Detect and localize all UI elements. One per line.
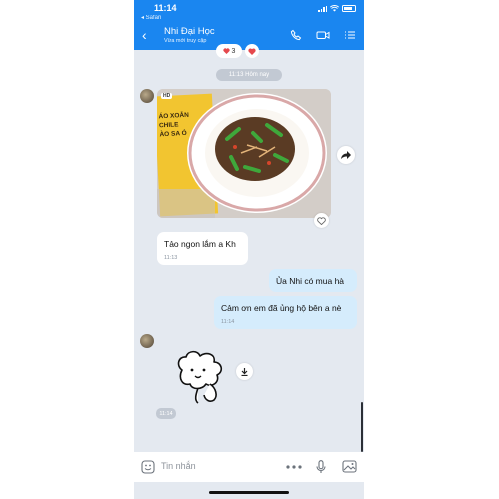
message-input[interactable]: Tin nhắn xyxy=(161,461,196,471)
share-arrow-icon xyxy=(341,151,351,159)
image-message[interactable]: ÁO XOẮN CHILE ÀO SA Ó HD xyxy=(157,89,331,218)
reaction-count: 3 xyxy=(231,47,236,55)
signal-icon xyxy=(318,5,327,12)
reaction-bar: 3 xyxy=(216,44,264,59)
reaction-summary[interactable]: 3 xyxy=(216,44,242,58)
food-photo xyxy=(157,89,331,218)
heart-icon xyxy=(248,47,256,55)
more-icon[interactable] xyxy=(286,465,302,469)
message-bubble-outgoing[interactable]: Ủa Nhi có mua hà xyxy=(269,269,357,292)
message-text: Tảo ngon lắm a Kh xyxy=(164,239,236,249)
message-time: 11:13 xyxy=(164,255,178,261)
home-indicator[interactable] xyxy=(209,491,289,494)
forward-button[interactable] xyxy=(337,146,355,164)
message-input-bar: Tin nhắn xyxy=(134,452,364,482)
react-image-button[interactable] xyxy=(314,213,329,228)
react-button[interactable] xyxy=(245,44,259,58)
message-time: 11:14 xyxy=(221,319,235,325)
message-text: Cảm ơn em đã ủng hộ bên a nè xyxy=(221,303,342,313)
microphone-icon[interactable] xyxy=(316,460,326,474)
avatar[interactable] xyxy=(140,89,154,103)
back-to-app-link[interactable]: ◂ Safari xyxy=(141,14,161,21)
chat-header: 11:14 ◂ Safari ‹ Nhi Đại Học Vừa mới tru… xyxy=(134,0,364,50)
package-label: ÁO XOẮN CHILE ÀO SA Ó xyxy=(158,110,211,140)
hd-badge: HD xyxy=(161,93,173,99)
message-bubble-outgoing[interactable]: Cảm ơn em đã ủng hộ bên a nè 11:14 xyxy=(214,296,357,329)
contact-status: Vừa mới truy cập xyxy=(164,38,207,44)
time-divider: 11:13 Hôm nay xyxy=(216,69,282,81)
wifi-icon xyxy=(330,5,339,12)
chat-screen: 11:14 ◂ Safari ‹ Nhi Đại Học Vừa mới tru… xyxy=(134,0,364,499)
message-bubble-incoming[interactable]: Tảo ngon lắm a Kh 11:13 xyxy=(157,232,248,265)
download-button[interactable] xyxy=(236,363,253,380)
image-icon[interactable] xyxy=(342,460,357,473)
chevron-left-icon[interactable]: ‹ xyxy=(142,28,147,42)
download-icon xyxy=(241,367,248,376)
heart-icon xyxy=(222,48,230,54)
time-divider-label: 11:13 Hôm nay xyxy=(228,72,270,78)
video-call-icon[interactable] xyxy=(316,29,330,41)
contact-name[interactable]: Nhi Đại Học xyxy=(164,26,215,37)
sticker-time-label: 11:14 xyxy=(159,410,173,417)
sticker-time: 11:14 xyxy=(156,408,176,419)
chat-scrollbar[interactable] xyxy=(361,402,363,452)
avatar[interactable] xyxy=(140,334,154,348)
list-icon[interactable] xyxy=(344,29,356,41)
message-text: Ủa Nhi có mua hà xyxy=(276,276,345,286)
sticker-icon[interactable] xyxy=(141,460,155,474)
status-icons xyxy=(318,5,356,12)
status-time: 11:14 xyxy=(154,3,177,13)
battery-icon xyxy=(342,5,356,12)
heart-outline-icon xyxy=(317,217,326,225)
phone-icon[interactable] xyxy=(290,29,302,41)
sticker-image[interactable] xyxy=(172,348,236,406)
